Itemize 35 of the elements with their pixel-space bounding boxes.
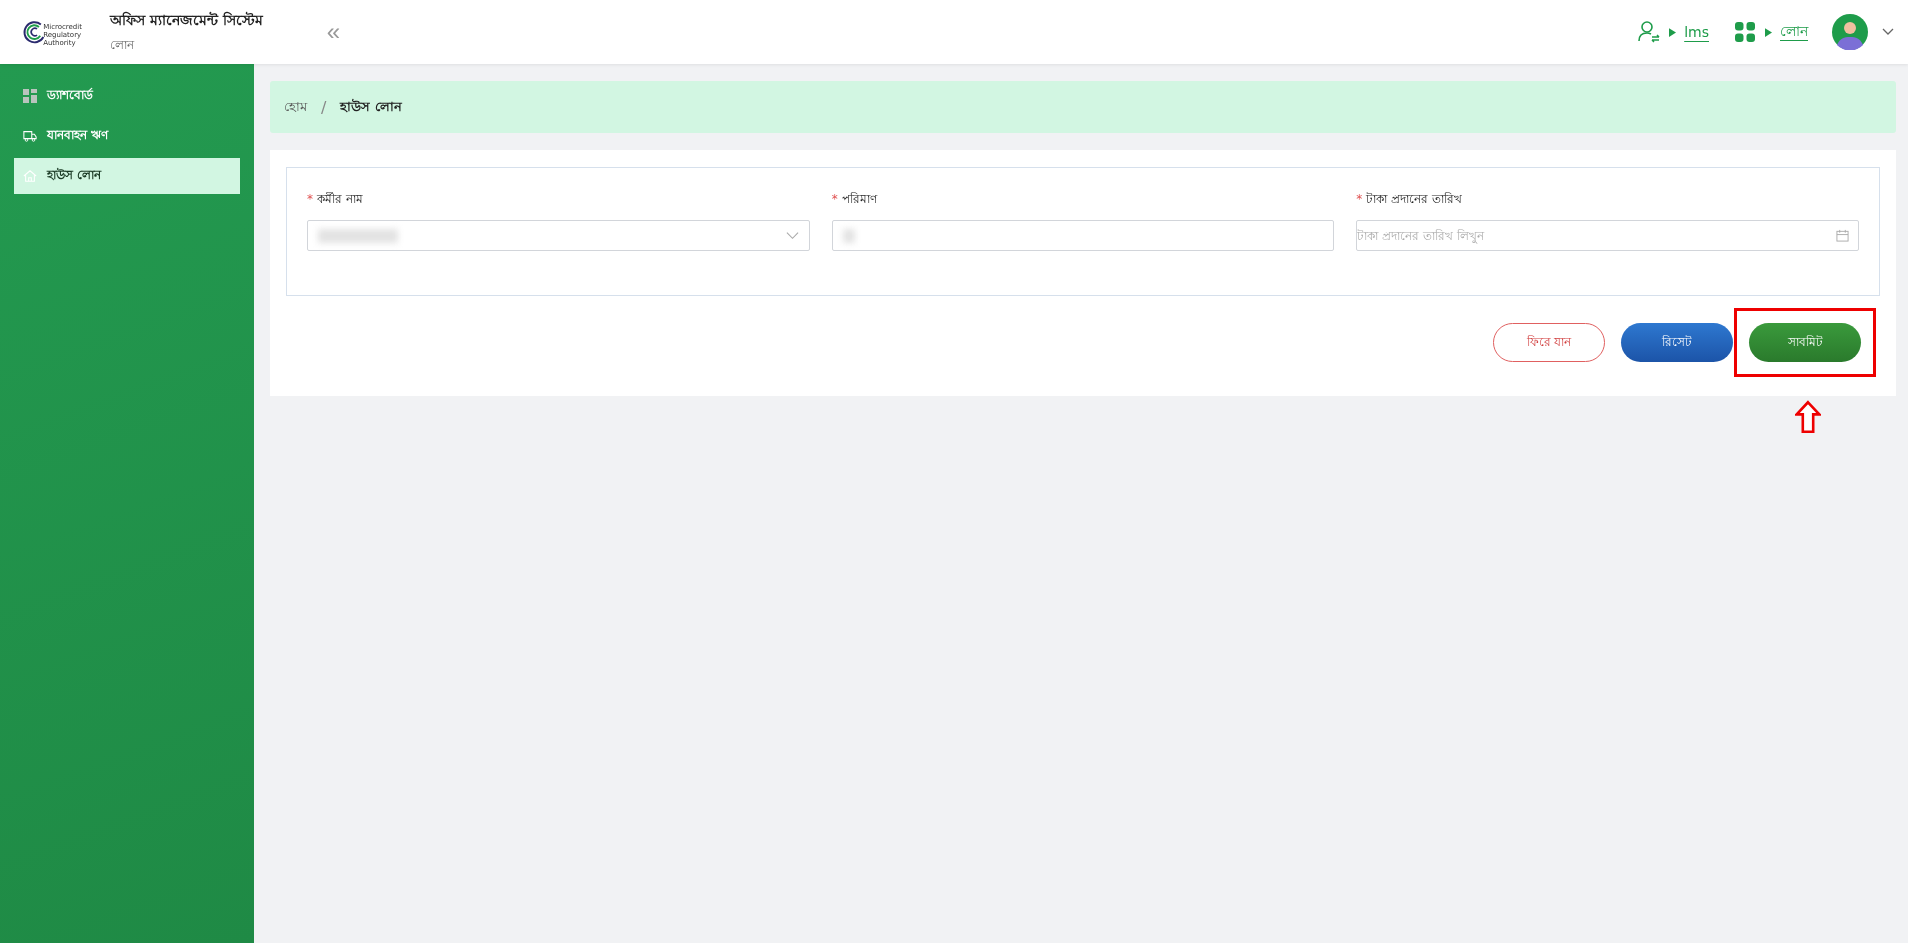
truck-icon (23, 129, 37, 143)
grid-icon[interactable] (1733, 20, 1757, 44)
field-label: টাকা প্রদানের তারিখ (1366, 192, 1462, 206)
back-button[interactable]: ফিরে যান (1493, 323, 1605, 362)
home-icon (23, 169, 37, 183)
sidebar-item[interactable]: ড্যাশবোর্ড (14, 78, 240, 114)
chevron-down-icon (785, 229, 799, 242)
required-mark: * (307, 192, 313, 206)
header-link[interactable]: lms (1684, 24, 1709, 40)
sidebar-item[interactable]: হাউস লোন (14, 158, 240, 194)
field-label: কর্মীর নাম (317, 192, 363, 206)
app-title: অফিস ম্যানেজমেন্ট সিস্টেম (110, 10, 263, 30)
input-field[interactable] (831, 220, 1335, 251)
required-mark: * (831, 192, 838, 206)
header-link[interactable]: লোন (1780, 20, 1808, 44)
select-field[interactable] (307, 220, 810, 251)
field-label: পরিমাণ (841, 192, 877, 206)
triangle-icon (1765, 27, 1772, 37)
app-subtitle: লোন (110, 36, 136, 54)
triangle-icon (1669, 27, 1677, 37)
chevron-down-icon[interactable] (1882, 28, 1894, 36)
user-switch-icon[interactable] (1637, 20, 1662, 44)
breadcrumb-separator: / (321, 97, 327, 117)
sidebar-item[interactable]: যানবাহন ঋণ (14, 118, 240, 154)
submit-button[interactable]: সাবমিট (1749, 323, 1861, 362)
collapse-button[interactable]: « (322, 20, 345, 44)
reset-button[interactable]: রিসেট (1621, 323, 1733, 362)
breadcrumb-link[interactable]: হোম (284, 96, 307, 118)
breadcrumb-current: হাউস লোন (340, 97, 402, 116)
date-field[interactable]: টাকা প্রদানের তারিখ লিখুন (1356, 220, 1859, 251)
up-arrow-icon (1795, 400, 1821, 434)
calendar-icon (1836, 229, 1849, 242)
required-mark: * (1356, 192, 1363, 206)
dashboard-icon (23, 89, 37, 103)
avatar-icon[interactable] (1832, 14, 1868, 50)
